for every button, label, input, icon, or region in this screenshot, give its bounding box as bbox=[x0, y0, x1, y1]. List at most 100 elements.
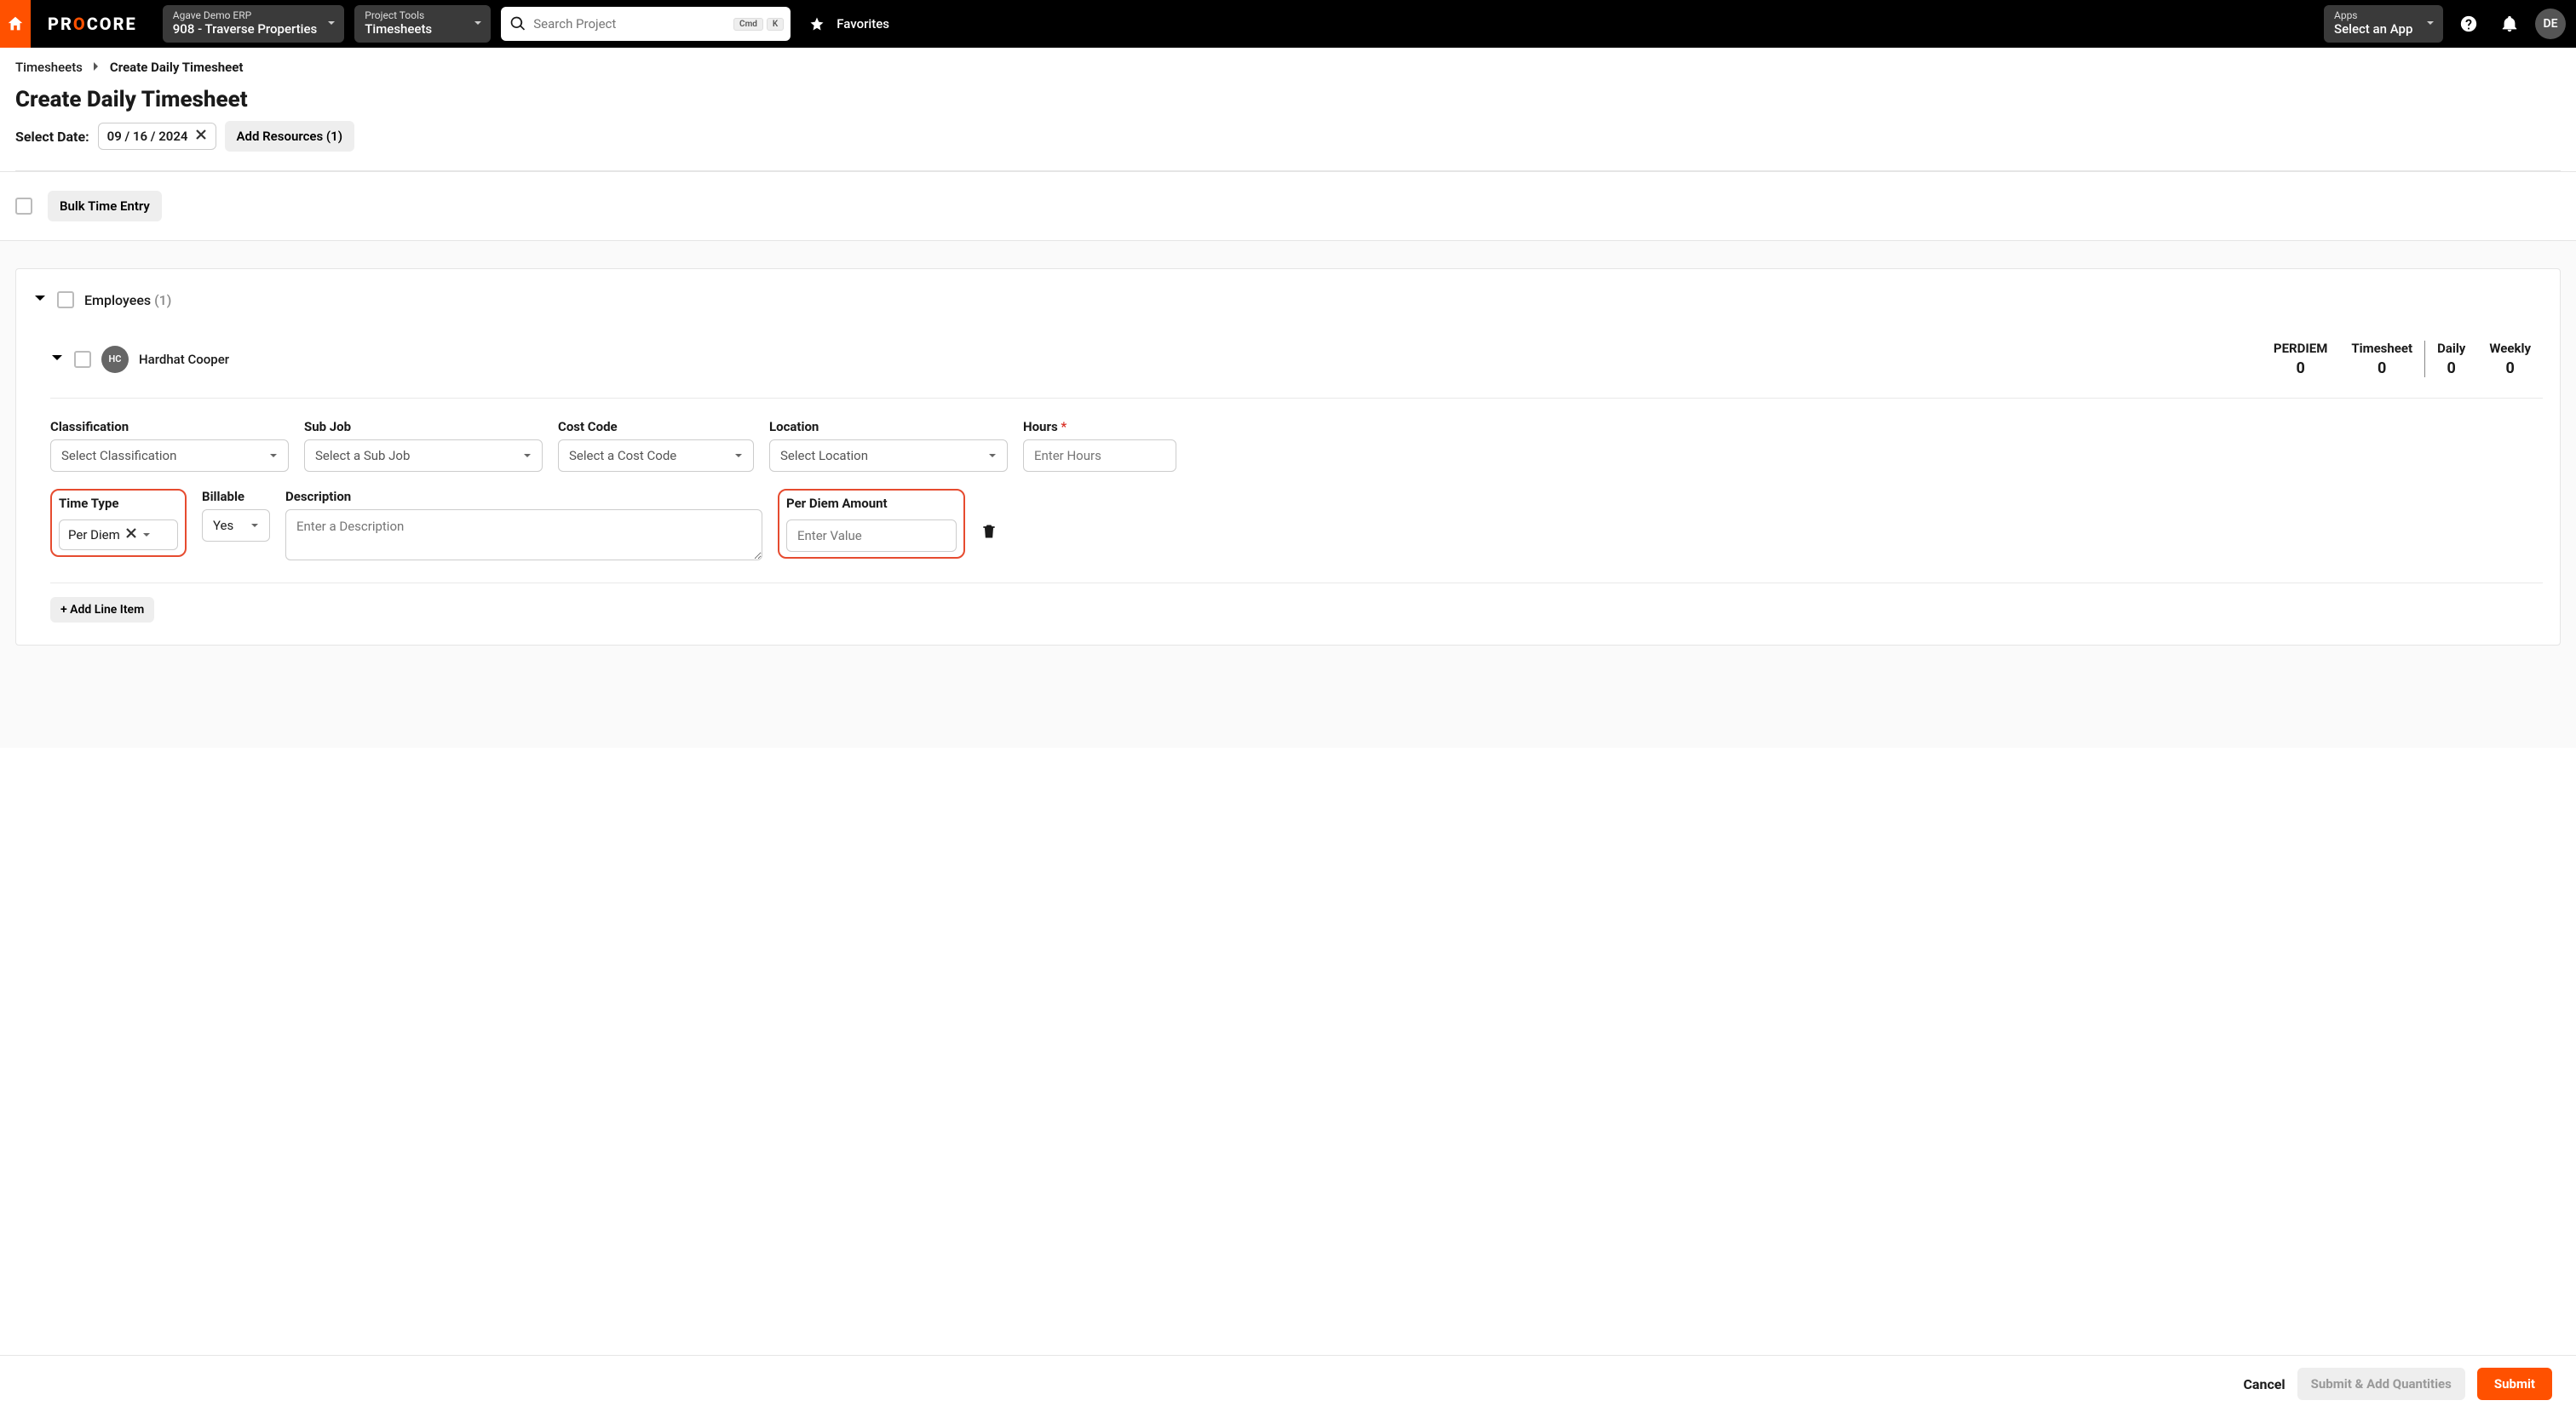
location-field: Location Select Location bbox=[769, 419, 1008, 472]
billable-field: Billable Yes bbox=[202, 489, 270, 542]
star-icon bbox=[809, 16, 825, 32]
delete-line-button[interactable] bbox=[980, 523, 998, 543]
timetype-field-highlighted: Time Type Per Diem bbox=[50, 489, 187, 557]
chevron-down-icon bbox=[250, 518, 259, 533]
chevron-down-icon bbox=[142, 527, 151, 542]
perdiem-label: Per Diem Amount bbox=[786, 496, 957, 511]
bell-icon bbox=[2500, 14, 2519, 33]
bulk-row: Bulk Time Entry bbox=[0, 172, 2576, 241]
search-icon bbox=[509, 15, 526, 32]
employee-checkbox[interactable] bbox=[74, 351, 91, 368]
daily-stat-label: Daily bbox=[2437, 341, 2465, 356]
select-all-checkbox[interactable] bbox=[15, 198, 32, 215]
chevron-down-icon bbox=[734, 448, 743, 463]
main: Employees (1) HC Hardhat Cooper PERDIEM … bbox=[0, 241, 2576, 748]
perdiem-stat-value: 0 bbox=[2274, 359, 2327, 377]
subjob-select[interactable]: Select a Sub Job bbox=[304, 439, 543, 472]
employee-stats: PERDIEM 0 Timesheet 0 Daily 0 Weekly 0 bbox=[2262, 341, 2543, 377]
subjob-label: Sub Job bbox=[304, 419, 543, 434]
bulk-time-entry-button[interactable]: Bulk Time Entry bbox=[48, 191, 162, 221]
clear-timetype-icon[interactable] bbox=[125, 527, 137, 542]
chevron-down-icon bbox=[269, 448, 278, 463]
user-avatar[interactable]: DE bbox=[2535, 9, 2566, 39]
employee-avatar: HC bbox=[101, 346, 129, 373]
costcode-label: Cost Code bbox=[558, 419, 754, 434]
submit-add-quantities-button[interactable]: Submit & Add Quantities bbox=[2297, 1368, 2465, 1400]
chevron-down-icon bbox=[523, 448, 532, 463]
description-input[interactable] bbox=[285, 509, 762, 560]
timetype-select[interactable]: Per Diem bbox=[59, 519, 178, 550]
billable-label: Billable bbox=[202, 489, 270, 504]
submit-button[interactable]: Submit bbox=[2477, 1368, 2552, 1400]
line-item-row-1: Classification Select Classification Sub… bbox=[50, 419, 2543, 472]
search-container[interactable]: Cmd K bbox=[501, 7, 791, 41]
line-item-row-2: Time Type Per Diem Billable Yes bbox=[50, 489, 2543, 560]
apps-selector-value: Select an App bbox=[2334, 21, 2416, 37]
cancel-button[interactable]: Cancel bbox=[2243, 1376, 2285, 1392]
employees-label: Employees (1) bbox=[84, 292, 171, 308]
employee-name: Hardhat Cooper bbox=[139, 352, 229, 367]
project-tools-value: Timesheets bbox=[365, 21, 463, 37]
classification-label: Classification bbox=[50, 419, 289, 434]
hours-field: Hours * bbox=[1023, 419, 1176, 472]
help-button[interactable] bbox=[2453, 9, 2484, 39]
date-value: 09 / 16 / 2024 bbox=[107, 129, 188, 144]
date-input[interactable]: 09 / 16 / 2024 bbox=[98, 123, 216, 150]
location-select[interactable]: Select Location bbox=[769, 439, 1008, 472]
breadcrumb-current: Create Daily Timesheet bbox=[110, 60, 244, 75]
home-icon bbox=[6, 14, 25, 33]
home-button[interactable] bbox=[0, 0, 31, 48]
timesheet-stat-value: 0 bbox=[2351, 359, 2412, 377]
project-tools-selector[interactable]: Project Tools Timesheets bbox=[354, 5, 491, 43]
weekly-stat-label: Weekly bbox=[2489, 341, 2531, 356]
company-selector[interactable]: Agave Demo ERP 908 - Traverse Properties bbox=[163, 5, 344, 43]
add-line-item-button[interactable]: + Add Line Item bbox=[50, 597, 154, 623]
classification-field: Classification Select Classification bbox=[50, 419, 289, 472]
collapse-employee-icon[interactable] bbox=[50, 351, 64, 368]
hours-input[interactable] bbox=[1023, 439, 1176, 472]
chevron-down-icon bbox=[2426, 17, 2435, 31]
help-icon bbox=[2459, 14, 2478, 33]
trash-icon bbox=[980, 523, 998, 540]
weekly-stat-value: 0 bbox=[2489, 359, 2531, 377]
notifications-button[interactable] bbox=[2494, 9, 2525, 39]
apps-selector-label: Apps bbox=[2334, 10, 2416, 21]
description-label: Description bbox=[285, 489, 762, 504]
employee-section: HC Hardhat Cooper PERDIEM 0 Timesheet 0 … bbox=[33, 332, 2543, 623]
search-input[interactable] bbox=[533, 16, 727, 32]
employees-checkbox[interactable] bbox=[57, 291, 74, 308]
favorites-button[interactable]: Favorites bbox=[809, 16, 889, 32]
collapse-employees-icon[interactable] bbox=[33, 291, 47, 308]
date-row: Select Date: 09 / 16 / 2024 Add Resource… bbox=[15, 121, 2561, 171]
company-selector-value: 908 - Traverse Properties bbox=[173, 21, 317, 37]
subjob-field: Sub Job Select a Sub Job bbox=[304, 419, 543, 472]
clear-date-icon[interactable] bbox=[195, 129, 207, 144]
perdiem-field-highlighted: Per Diem Amount bbox=[778, 489, 965, 559]
chevron-right-icon bbox=[91, 60, 101, 75]
billable-select[interactable]: Yes bbox=[202, 509, 270, 542]
project-tools-label: Project Tools bbox=[365, 10, 463, 21]
topbar: PROCORE Agave Demo ERP 908 - Traverse Pr… bbox=[0, 0, 2576, 48]
hours-label: Hours * bbox=[1023, 419, 1176, 434]
apps-selector[interactable]: Apps Select an App bbox=[2324, 5, 2443, 43]
chevron-down-icon bbox=[327, 17, 336, 31]
employees-count: (1) bbox=[154, 292, 171, 308]
page-title: Create Daily Timesheet bbox=[15, 87, 2561, 112]
add-resources-button[interactable]: Add Resources (1) bbox=[225, 121, 354, 152]
location-label: Location bbox=[769, 419, 1008, 434]
employees-header: Employees (1) bbox=[33, 291, 2543, 308]
costcode-field: Cost Code Select a Cost Code bbox=[558, 419, 754, 472]
classification-select[interactable]: Select Classification bbox=[50, 439, 289, 472]
breadcrumb: Timesheets Create Daily Timesheet bbox=[15, 60, 2561, 75]
chevron-down-icon bbox=[988, 448, 997, 463]
costcode-select[interactable]: Select a Cost Code bbox=[558, 439, 754, 472]
footer: Cancel Submit & Add Quantities Submit bbox=[0, 1355, 2576, 1412]
perdiem-input[interactable] bbox=[786, 519, 957, 552]
perdiem-stat-label: PERDIEM bbox=[2274, 341, 2327, 356]
chevron-down-icon bbox=[474, 17, 482, 31]
favorites-label: Favorites bbox=[837, 16, 889, 32]
timesheet-stat-label: Timesheet bbox=[2351, 341, 2412, 356]
timetype-label: Time Type bbox=[59, 496, 178, 511]
breadcrumb-root[interactable]: Timesheets bbox=[15, 60, 83, 75]
content-header: Timesheets Create Daily Timesheet Create… bbox=[0, 48, 2576, 172]
